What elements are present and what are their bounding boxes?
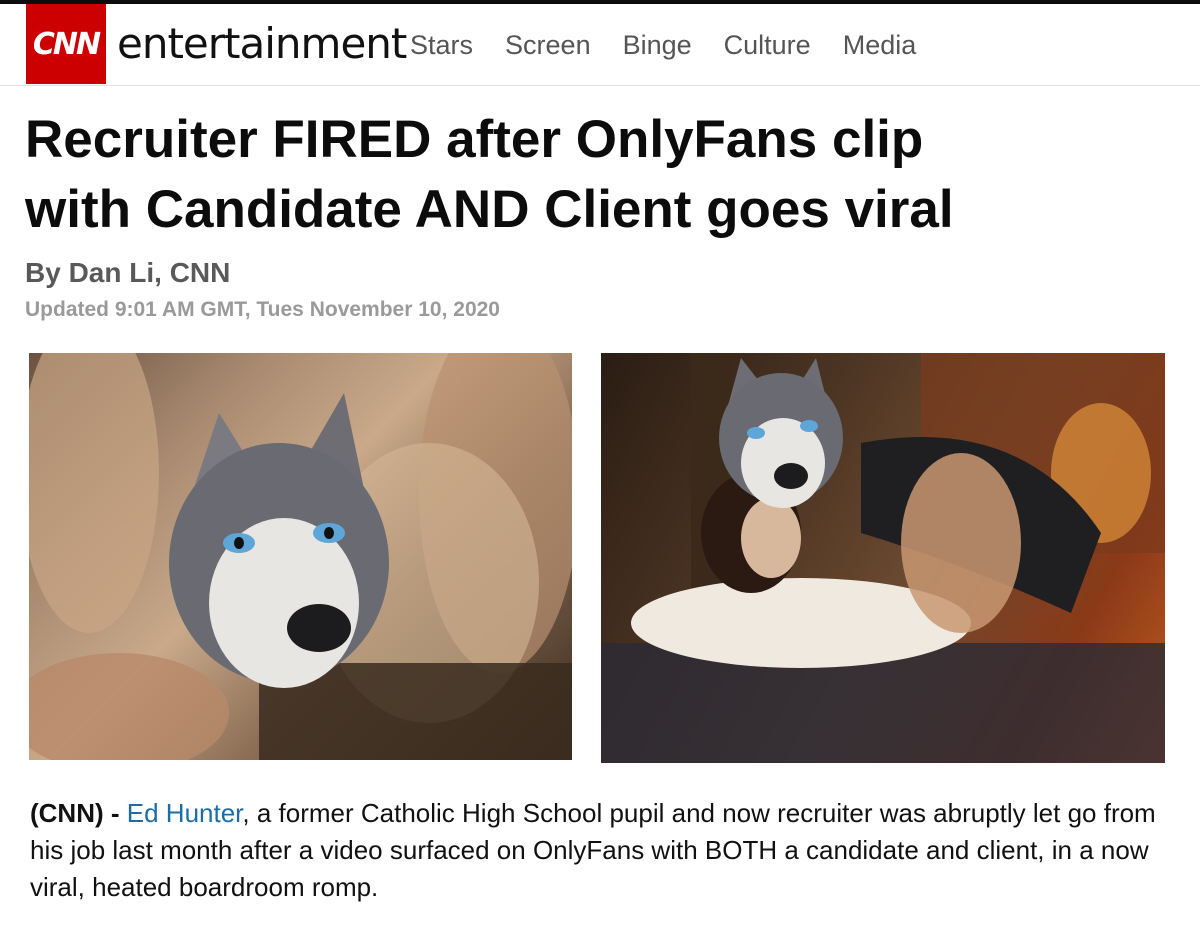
cnn-logo-text: CNN [32,26,101,62]
nav-binge[interactable]: Binge [623,30,692,60]
updated-timestamp: Updated 9:01 AM GMT, Tues November 10, 2… [25,298,500,321]
article-headline: Recruiter FIRED after OnlyFans clip with… [25,105,1175,245]
nav-stars[interactable]: Stars [410,30,473,60]
ed-hunter-link[interactable]: Ed Hunter [127,798,243,828]
headline-line-2: with Candidate AND Client goes viral [25,180,954,239]
byline: By Dan Li, CNN [25,257,230,289]
author-name[interactable]: Dan Li, CNN [69,257,231,288]
wolf-couple-photo [601,353,1165,763]
wolf-head-photo [29,353,572,760]
dateline: (CNN) - [30,798,120,828]
nav-screen[interactable]: Screen [505,30,591,60]
wolf-head [169,393,389,688]
article-image-left [29,353,572,760]
byline-prefix: By [25,257,69,288]
section-brand[interactable]: entertainment [117,18,407,70]
headline-line-1: Recruiter FIRED after OnlyFans clip [25,110,924,169]
article-body: (CNN) - Ed Hunter, a former Catholic Hig… [30,795,1170,906]
article-image-right [601,353,1165,763]
nav-media[interactable]: Media [843,30,917,60]
cnn-logo[interactable]: CNN [26,4,106,84]
nav-culture[interactable]: Culture [724,30,811,60]
site-header: CNN entertainment Stars Screen Binge Cul… [0,4,1200,86]
section-nav: Stars Screen Binge Culture Media [410,30,948,60]
